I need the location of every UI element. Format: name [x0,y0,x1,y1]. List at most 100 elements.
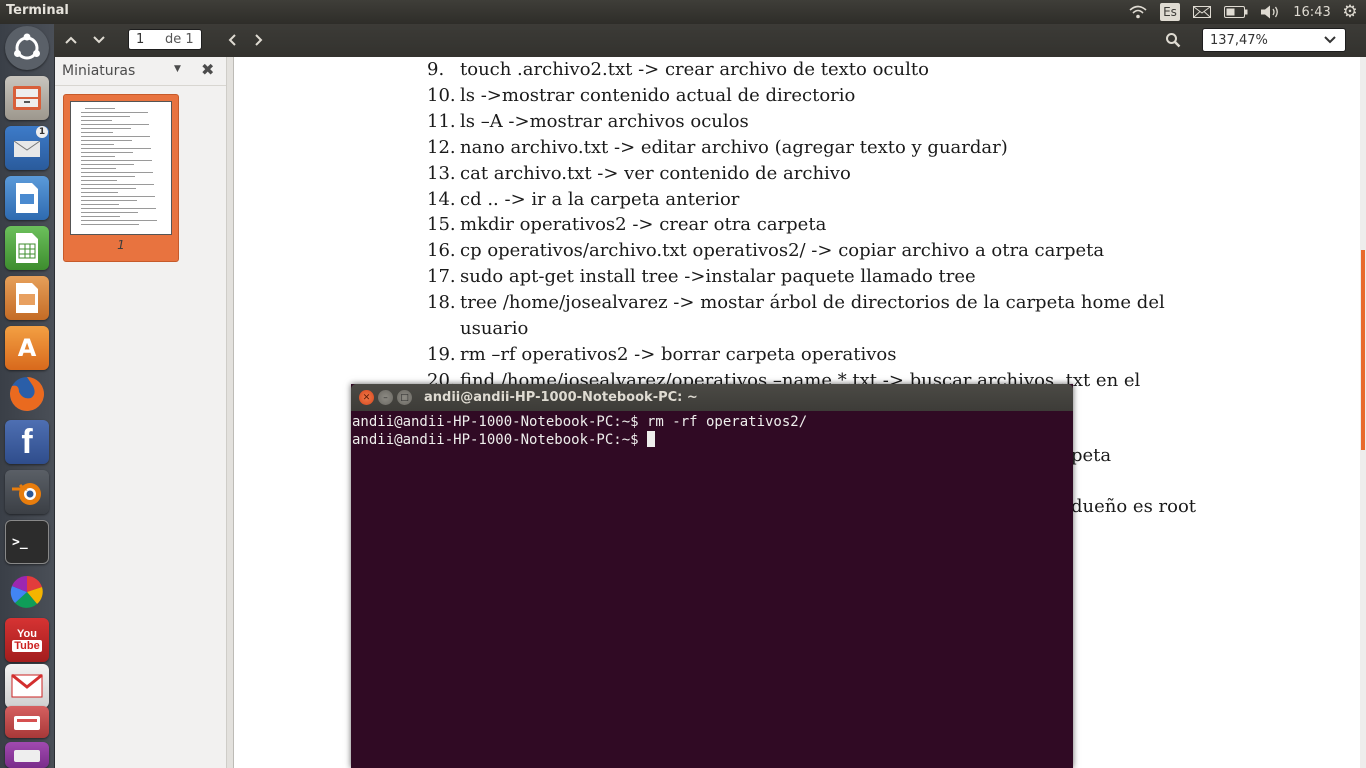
thumbnail-text-line [81,200,137,201]
list-item-number: 16. [427,240,456,262]
list-item-number: 18. [427,292,456,314]
thumbnail-text-line [81,112,148,113]
terminal-line: andii@andii-HP-1000-Notebook-PC:~$ rm -r… [352,414,808,430]
thumbnail-text-line [81,148,151,149]
libreoffice-calc-icon[interactable] [5,226,49,270]
terminal-icon[interactable]: >_ [5,520,49,564]
gmail-icon[interactable] [5,664,49,708]
thumbnail-text-line [81,132,113,133]
list-item-text: usuario [460,318,529,339]
clock[interactable]: 16:43 [1292,0,1332,24]
list-item-text: cp operativos/archivo.txt operativos2/ -… [460,240,1105,262]
terminal-line: andii@andii-HP-1000-Notebook-PC:~$ [352,432,648,448]
zoom-select[interactable]: 137,47% [1202,28,1346,52]
close-icon[interactable]: ✖ [201,60,214,79]
firefox-icon[interactable] [5,372,49,416]
list-item-number: 19. [427,343,456,365]
thumbnail-text-line [81,208,156,209]
next-page-button[interactable] [87,28,111,52]
terminal-output[interactable]: andii@andii-HP-1000-Notebook-PC:~$ rm -r… [352,413,807,449]
libreoffice-writer-icon[interactable] [5,176,49,220]
thumbnail-page-number: 1 [117,238,125,252]
volume-icon[interactable] [1258,0,1282,24]
list-item-number: 12. [427,136,456,158]
terminal-cursor [647,431,656,447]
thumbnail-text-line [81,140,132,141]
wifi-icon[interactable] [1127,0,1149,24]
thumbnail-text-line [81,180,117,181]
list-item-text: nano archivo.txt -> editar archivo (agre… [460,136,1008,158]
search-icon[interactable] [1161,28,1185,52]
thumbnail-text-line [81,156,115,157]
thumbnail-text-line [81,220,157,221]
thumbnail-text-line [81,192,118,193]
thumbnail-text-line [85,108,115,109]
youtube-label-bottom: Tube [12,640,42,652]
app-icon-15[interactable] [5,706,49,738]
list-item-text: sudo apt-get install tree ->instalar paq… [460,266,976,288]
thumbnail-text-line [81,152,133,153]
zoom-value: 137,47% [1210,33,1268,48]
close-window-button[interactable]: ✕ [359,390,374,405]
list-item-text: mkdir operativos2 -> crear otra carpeta [460,214,827,236]
facebook-glyph: f [21,422,33,461]
youtube-icon[interactable]: You Tube [5,618,49,662]
minimize-window-button[interactable]: – [378,390,393,405]
battery-icon[interactable] [1222,0,1250,24]
youtube-label-top: You [17,628,37,640]
software-center-glyph: A [17,334,37,362]
terminal-titlebar[interactable]: ✕ – □ andii@andii-HP-1000-Notebook-PC: ~ [351,384,1073,411]
list-item-number: 13. [427,162,456,184]
list-item-text: cd .. -> ir a la carpeta anterior [460,188,740,210]
keyboard-layout-indicator[interactable]: Es [1160,3,1180,21]
maximize-window-button[interactable]: □ [397,390,412,405]
ubuntu-dash-icon[interactable] [5,26,49,70]
list-item-text: cat archivo.txt -> ver contenido de arch… [460,162,851,184]
list-item-number: 10. [427,84,456,106]
facebook-icon[interactable]: f [5,420,49,464]
viewer-toolbar: 1 de 1 137,47% [54,24,1366,57]
thunderbird-icon[interactable]: 1 [5,126,49,170]
chevron-down-icon [1323,30,1337,54]
top-panel: Terminal Es 16:43 ⚙ [0,0,1366,24]
page-current: 1 [136,32,145,47]
list-item-text: ls ->mostrar contenido actual de directo… [460,84,856,106]
libreoffice-impress-icon[interactable] [5,276,49,320]
list-item-number: 9. [427,59,445,80]
document-text-fragment: peta [1071,445,1112,466]
gear-icon[interactable]: ⚙ [1338,0,1362,24]
thumbnail-text-line [81,196,155,197]
thumbnail-text-line [81,212,138,213]
history-back-button[interactable] [220,28,244,52]
blender-icon[interactable] [5,470,49,514]
thumbnail-text-line [81,184,154,185]
thumbnail-text-line [81,168,116,169]
terminal-window[interactable]: ✕ – □ andii@andii-HP-1000-Notebook-PC: ~… [351,384,1073,768]
thumbnail-text-line [81,224,139,225]
thumbnail-text-line [81,128,131,129]
previous-page-button[interactable] [59,28,83,52]
thumbnail-text-line [81,204,119,205]
document-text-fragment: dueño es root [1071,496,1197,517]
mail-icon[interactable] [1190,0,1214,24]
history-forward-button[interactable] [247,28,271,52]
thumbnails-sidebar: Miniaturas ▼ ✖ 1 [55,57,227,768]
list-item-number: 14. [427,188,456,210]
page-thumbnail[interactable]: 1 [63,94,179,262]
software-center-icon[interactable]: A [5,326,49,370]
sidebar-title: Miniaturas [62,63,136,79]
list-item-text: rm –rf operativos2 -> borrar carpeta ope… [460,343,897,365]
scrollbar-thumb[interactable] [1361,250,1365,450]
list-item-number: 17. [427,266,456,288]
thumbnail-text-line [81,160,152,161]
picasa-icon[interactable] [5,570,49,614]
thumbnail-text-line [81,176,135,177]
app-icon-16[interactable] [5,742,49,768]
sidebar-mode-dropdown[interactable]: ▼ [174,64,181,74]
thumbnail-text-line [81,188,136,189]
thumbnail-text-line [81,124,149,125]
files-icon[interactable] [5,76,49,120]
list-item-text: touch .archivo2.txt -> crear archivo de … [460,59,929,80]
thumbnail-text-line [81,116,130,117]
page-number-field[interactable]: 1 de 1 [128,29,202,50]
